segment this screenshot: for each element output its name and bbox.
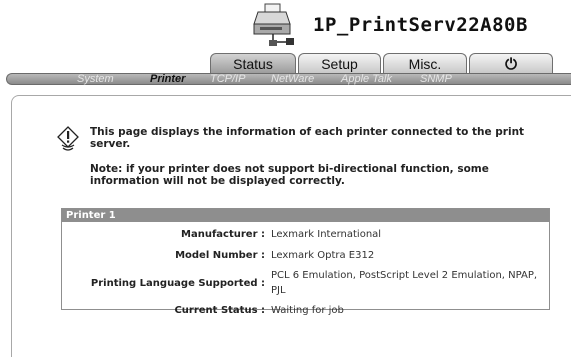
table-row: Printing Language Supported : PCL 6 Emul… <box>62 266 541 300</box>
server-name-title: 1P_PrintServ22A80B <box>313 14 528 36</box>
tab-power[interactable]: ⏻ <box>469 53 553 73</box>
tab-misc[interactable]: Misc. <box>383 53 467 73</box>
printer-info-table: Manufacturer : Lexmark International Mod… <box>62 224 541 321</box>
current-status-value: Waiting for job <box>271 305 344 316</box>
subnav-printer[interactable]: Printer <box>150 73 185 86</box>
model-number-label: Model Number : <box>175 250 265 261</box>
table-row: Model Number : Lexmark Optra E312 <box>62 245 541 266</box>
intro-text: This page displays the information of ea… <box>90 126 525 150</box>
subnav-netware[interactable]: NetWare <box>271 73 314 86</box>
tab-status[interactable]: Status <box>210 53 296 74</box>
subnav-tcpip[interactable]: TCP/IP <box>210 73 245 86</box>
current-status-label: Current Status : <box>174 305 265 316</box>
manufacturer-label: Manufacturer : <box>181 229 265 240</box>
printer-network-icon <box>253 3 294 46</box>
subnav-appletalk[interactable]: Apple Talk <box>341 73 392 86</box>
printer-title: Printer 1 <box>62 209 549 222</box>
subnav-system[interactable]: System <box>77 73 114 86</box>
manufacturer-value: Lexmark International <box>271 229 382 240</box>
printing-language-value: PCL 6 Emulation, PostScript Level 2 Emul… <box>271 270 538 296</box>
tab-setup[interactable]: Setup <box>298 53 381 73</box>
power-icon: ⏻ <box>505 56 517 73</box>
printing-language-label: Printing Language Supported : <box>90 277 265 289</box>
table-row: Manufacturer : Lexmark International <box>62 224 541 245</box>
note-text: Note: if your printer does not support b… <box>90 163 489 187</box>
subnav-snmp[interactable]: SNMP <box>420 73 452 86</box>
model-number-value: Lexmark Optra E312 <box>271 250 375 261</box>
table-row: Current Status : Waiting for job <box>62 300 541 321</box>
printer-info-box: Printer 1 Manufacturer : Lexmark Interna… <box>61 208 550 316</box>
subnav-bar: System Printer TCP/IP NetWare Apple Talk… <box>6 73 571 85</box>
info-bulb-icon <box>57 126 79 151</box>
